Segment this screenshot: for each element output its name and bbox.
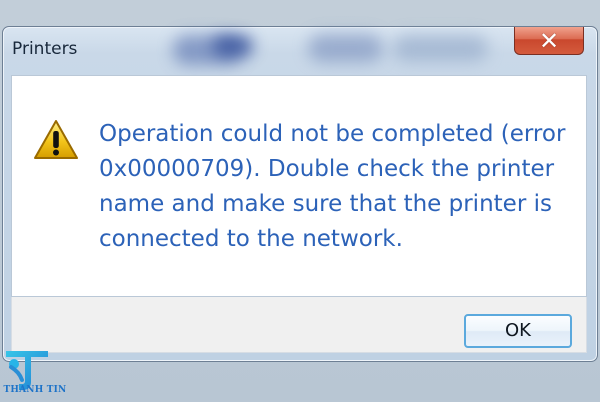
dialog-footer: OK: [11, 297, 587, 353]
dialog-content: Operation could not be completed (error …: [11, 75, 587, 297]
error-dialog: Printers ✕ Operation could not be comple…: [2, 26, 598, 362]
brand-watermark: THANH TIN: [3, 385, 67, 395]
dialog-titlebar: Printers ✕: [3, 27, 597, 71]
dialog-title: Printers: [12, 39, 78, 59]
titlebar-blur-shape: [393, 35, 488, 61]
titlebar-blur-shape: [213, 36, 253, 56]
error-message: Operation could not be completed (error …: [99, 121, 566, 252]
ok-button[interactable]: OK: [464, 314, 572, 348]
titlebar-blur-shape: [308, 34, 383, 62]
warning-icon: [32, 118, 80, 162]
close-icon[interactable]: ✕: [515, 27, 583, 55]
close-button[interactable]: ✕: [514, 27, 584, 55]
